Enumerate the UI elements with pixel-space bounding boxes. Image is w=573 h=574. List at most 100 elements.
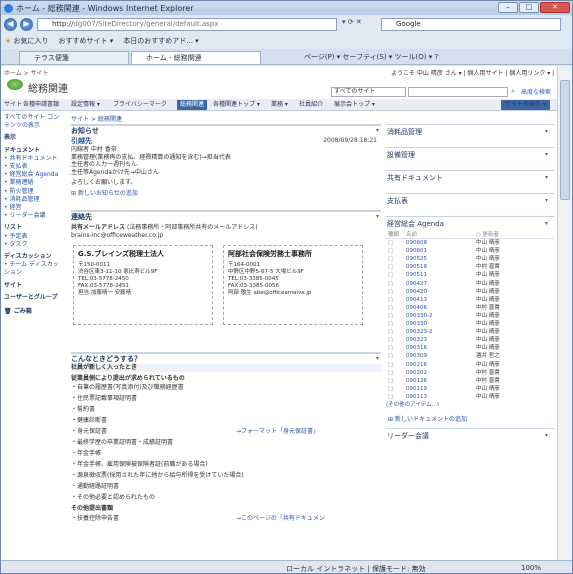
advanced-search-link[interactable]: 高度な検索 — [521, 87, 551, 96]
panel-menu-icon[interactable]: ▾ — [545, 174, 548, 181]
url-field[interactable]: http://dg007/SiteDirectory/general/defau… — [37, 18, 337, 31]
webpart-menu-icon[interactable]: ▾ — [376, 355, 379, 362]
nav-item-staff[interactable]: 社員紹介 — [299, 100, 323, 110]
minimize-button[interactable]: – — [498, 2, 518, 13]
doc-editor[interactable]: 中山 晴彦 — [476, 328, 500, 336]
zoom-level[interactable]: 100% — [521, 564, 541, 572]
nav-item-privacy[interactable]: ブライバシーマーク — [113, 100, 167, 110]
nav-item-settings[interactable]: 設定情報 ▾ — [71, 100, 100, 110]
doc-editor[interactable]: 中村 晋貴 — [476, 377, 500, 385]
doc-editor[interactable]: 中山 晴彦 — [476, 296, 500, 304]
doc-editor[interactable]: 中山 晴彦 — [476, 247, 500, 255]
tab-home[interactable]: ホーム - 総務関連 — [131, 51, 261, 64]
doc-link[interactable]: 090113 — [406, 393, 427, 401]
doc-editor[interactable]: 中山 晴彦 — [476, 361, 500, 369]
close-button[interactable]: ✕ — [540, 2, 570, 13]
doc-link[interactable]: 090316 — [406, 344, 427, 352]
left-doc-link[interactable]: • 業務連絡 — [4, 179, 64, 187]
site-actions-button[interactable]: サイトの操作 ▾ — [501, 100, 550, 110]
doc-editor[interactable]: 中山 晴彦 — [476, 280, 500, 288]
doc-editor[interactable]: 中村 晋貴 — [476, 304, 500, 312]
left-doc-link[interactable]: • 共有ドキュメント — [4, 155, 64, 163]
doc-link[interactable]: 090511 — [406, 271, 427, 279]
documents-heading[interactable]: ドキュメント — [4, 147, 64, 155]
left-disc-link[interactable]: • チーム ディスカッション — [4, 261, 64, 277]
command-bar[interactable]: ページ(P) ▾ セーフティ(S) ▾ ツール(O) ▾ ? — [304, 52, 438, 62]
doc-link[interactable]: 090608 — [406, 239, 427, 247]
doc-editor[interactable]: 中山 晴彦 — [476, 288, 500, 296]
doc-editor[interactable]: 中山 晴彦 — [476, 393, 500, 401]
lists-heading[interactable]: リスト — [4, 224, 64, 232]
nav-item-forms[interactable]: 各種申請書類 — [23, 100, 59, 110]
panel-heading[interactable]: 経営総会 Agenda — [386, 217, 554, 231]
panel-menu-icon[interactable]: ▾ — [545, 220, 548, 227]
contact-email[interactable]: brains-inc@officeweather.co.jp — [71, 232, 381, 240]
doc-link[interactable]: 090330 — [406, 320, 427, 328]
favorites-item-recommended[interactable]: おすすめサイト ▾ — [59, 36, 114, 46]
doc-link[interactable]: 090323-2 — [406, 328, 432, 336]
left-doc-link[interactable]: • リーダー会議 — [4, 212, 64, 220]
site-search-input[interactable] — [408, 87, 508, 97]
webpart-menu-icon[interactable]: ▾ — [376, 127, 379, 134]
left-doc-link[interactable]: • 経営 — [4, 204, 64, 212]
panel-menu-icon[interactable]: ▾ — [545, 432, 548, 439]
panel-menu-icon[interactable]: ▾ — [545, 151, 548, 158]
panel-menu-icon[interactable]: ▾ — [545, 128, 548, 135]
col-name[interactable]: 名前 — [406, 231, 417, 239]
doc-editor[interactable]: 中山 晴彦 — [476, 320, 500, 328]
back-icon[interactable]: ◀ — [4, 18, 17, 31]
doc-link[interactable]: 090216 — [406, 361, 427, 369]
doc-editor[interactable]: 中村 晋貴 — [476, 369, 500, 377]
doc-link[interactable]: 090309 — [406, 352, 427, 360]
nav-item-business[interactable]: 業務 ▾ — [271, 100, 288, 110]
doc-editor[interactable]: 中山 晴彦 — [476, 271, 500, 279]
contacts-heading[interactable]: 連絡先 — [71, 212, 381, 222]
doc-link[interactable]: 090525 — [406, 255, 427, 263]
site-title[interactable]: 総務関連 — [28, 80, 68, 95]
add-document-link[interactable]: ⊞ 新しいドキュメントの追加 — [388, 416, 467, 424]
howto-format-link[interactable]: →フォーマット「身元保証書」 — [236, 426, 319, 437]
refresh-stop-icon[interactable]: ▾ ⟳ ✕ — [342, 18, 362, 26]
favorites-button[interactable]: ★ お気に入り — [5, 36, 49, 46]
doc-link[interactable]: 090119 — [406, 385, 427, 393]
agenda-more-link[interactable]: (その他のアイテム...) — [386, 401, 554, 409]
add-announcement-link[interactable]: ⊞ 新しいお知らせの追加 — [71, 190, 381, 198]
search-icon[interactable]: ⌕ — [511, 87, 515, 96]
favorites-item-addons[interactable]: 本日のおすすめアド... ▾ — [123, 36, 198, 46]
panel-menu-icon[interactable]: ▾ — [545, 197, 548, 204]
col-type[interactable]: 種類 — [388, 231, 399, 239]
vertical-scrollbar[interactable] — [557, 66, 572, 560]
scrollbar-thumb[interactable] — [560, 80, 570, 200]
page-breadcrumb[interactable]: サイト > 総務関連 — [71, 114, 381, 123]
panel-heading[interactable]: 支払表 — [386, 194, 554, 208]
view-heading[interactable]: 表示 — [4, 134, 64, 142]
doc-editor[interactable]: 中山 晴彦 — [476, 344, 500, 352]
doc-editor[interactable]: 中山 晴彦 — [476, 312, 500, 320]
panel-heading[interactable]: 共有ドキュメント — [386, 171, 554, 185]
panel-heading[interactable]: 消耗品管理 — [386, 125, 554, 139]
announcements-heading[interactable]: お知らせ — [71, 126, 381, 136]
nav-item-exhibition[interactable]: 展示会トップ ▾ — [334, 100, 375, 110]
sites-heading[interactable]: サイト — [4, 282, 64, 290]
left-list-link[interactable]: • 予定表 — [4, 233, 64, 241]
doc-link[interactable]: 090413 — [406, 296, 427, 304]
howto-doc-link[interactable]: →このページの「共有ドキュメン — [236, 513, 325, 524]
nav-item-related-top[interactable]: 各種関連トップ ▾ — [213, 100, 260, 110]
left-doc-link[interactable]: • 支払表 — [4, 163, 64, 171]
forward-icon[interactable]: ▶ — [20, 18, 33, 31]
doc-link[interactable]: 090406 — [406, 304, 427, 312]
howto-heading[interactable]: こんなときどうする？ — [71, 354, 381, 364]
doc-editor[interactable]: 中山 晴彦 — [476, 336, 500, 344]
doc-link[interactable]: 090420 — [406, 288, 427, 296]
search-box[interactable]: Google — [381, 18, 561, 31]
card-line[interactable]: 阿部 敬生 abe@officeamaive.jp — [224, 290, 362, 297]
breadcrumb-top[interactable]: ホーム > サイト — [4, 68, 49, 77]
maximize-button[interactable]: □ — [519, 2, 539, 13]
panel-heading[interactable]: リーダー会議 — [386, 429, 554, 443]
doc-link[interactable]: 090330-2 — [406, 312, 432, 320]
doc-editor[interactable]: 中山 晴彦 — [476, 255, 500, 263]
left-doc-link[interactable]: • 防火管理 — [4, 188, 64, 196]
doc-editor[interactable]: 中山 晴彦 — [476, 239, 500, 247]
doc-link[interactable]: 090518 — [406, 263, 427, 271]
left-list-link[interactable]: • タスク — [4, 241, 64, 249]
